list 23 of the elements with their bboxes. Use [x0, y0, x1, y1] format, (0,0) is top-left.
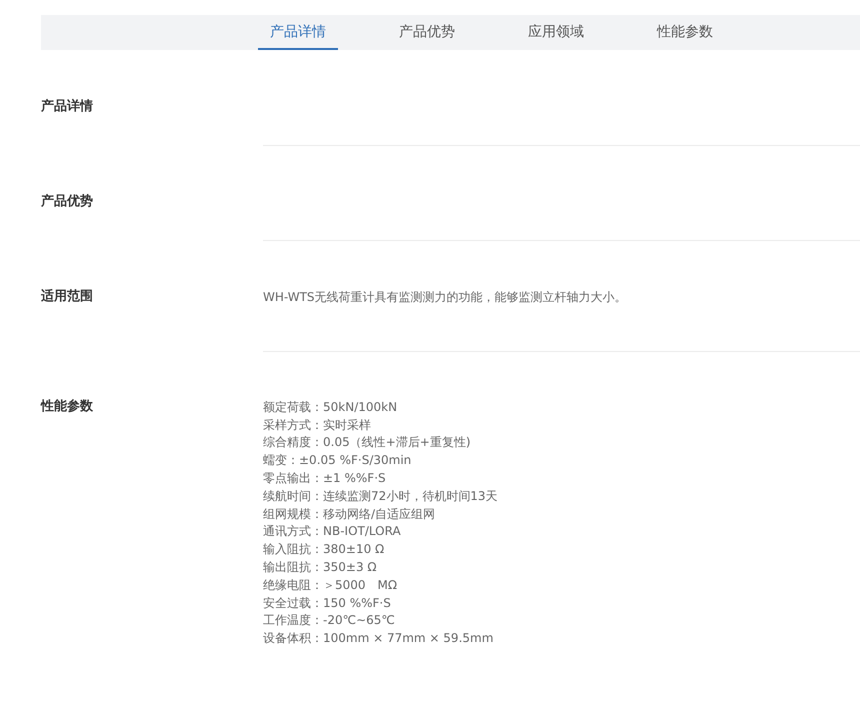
- spec-line: 零点输出：±1 %%F·S: [263, 470, 387, 487]
- spec-line: 蠕变：±0.05 %F·S/30min: [263, 452, 412, 470]
- section-heading: 适用范围: [41, 289, 94, 306]
- spec-line: 综合精度：0.05（线性+滞后+重复性): [263, 434, 472, 452]
- spec-line: 组网规模：移动网络/自适应组网: [263, 506, 436, 523]
- tab[interactable]: 产品详情: [258, 15, 338, 50]
- spec-line: 通讯方式：NB-IOT/LORA: [263, 523, 402, 540]
- section-heading: 产品优势: [41, 194, 94, 210]
- tab[interactable]: 应用领域: [516, 15, 596, 50]
- spec-line: 续航时间：连续监测72小时，待机时间13天: [263, 488, 499, 505]
- spec-line: 采样方式：实时采样: [263, 416, 372, 434]
- section-heading: 性能参数: [41, 398, 94, 416]
- spec-line: WH-WTS无线荷重计具有监测测力的功能，能够监测立杆轴力大小。: [263, 289, 628, 306]
- spec-line: 输入阻抗：380±10 Ω: [263, 541, 386, 558]
- spec-line: 输出阻抗：350±3 Ω: [263, 558, 378, 576]
- tab[interactable]: 产品优势: [387, 15, 467, 50]
- section-heading: 产品详情: [41, 99, 94, 115]
- spec-line: 设备体积：100mm × 77mm × 59.5mm: [263, 630, 494, 648]
- tab[interactable]: 性能参数: [645, 15, 725, 50]
- spec-line: 安全过载：150 %%F·S: [263, 594, 392, 612]
- spec-line: 绝缘电阻：＞5000 MΩ: [263, 576, 398, 594]
- spec-line: 工作温度：-20℃~65℃: [263, 612, 396, 630]
- spec-line: 额定荷载：50kN/100kN: [263, 398, 398, 416]
